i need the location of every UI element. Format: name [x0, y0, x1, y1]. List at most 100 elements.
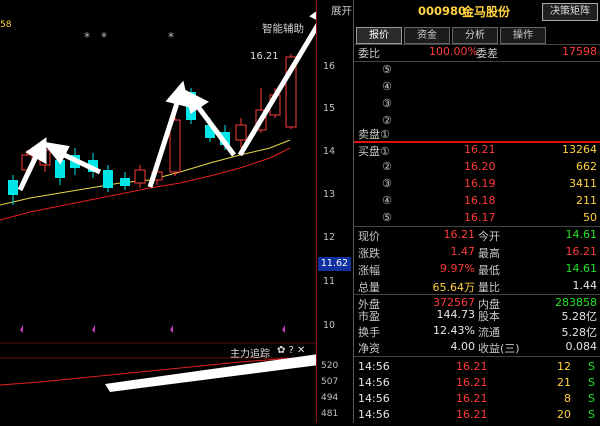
- stat-label: 量比: [478, 281, 500, 294]
- buy-volume: 50: [583, 211, 597, 224]
- candle-body: [235, 124, 247, 141]
- tick-price: 16.21: [456, 408, 488, 421]
- tick-volume: 8: [564, 392, 571, 405]
- tab-funds[interactable]: 资金: [404, 27, 450, 44]
- tick-row: 14:56 16.21 8 S: [354, 391, 600, 408]
- tick-row: 14:56 16.21 12 S: [354, 359, 600, 376]
- volume-tick: 520: [321, 361, 339, 371]
- weibi-value: 100.00%: [429, 45, 478, 58]
- volume-tick: 494: [321, 393, 339, 403]
- sell-row[interactable]: ③: [354, 96, 600, 113]
- buy-row[interactable]: ④ 16.18 211: [354, 193, 600, 210]
- volume-tick: 481: [321, 409, 339, 419]
- buy-row[interactable]: ⑤ 16.17 50: [354, 210, 600, 227]
- stat-label: 市盈: [358, 310, 380, 323]
- stat-label: 最低: [478, 264, 500, 277]
- star-mark: *: [168, 30, 174, 44]
- smart-assist-label[interactable]: 智能辅助: [262, 21, 304, 36]
- buy-price: 16.18: [464, 194, 496, 207]
- main-force-tracking-label[interactable]: 主力追踪: [230, 345, 270, 360]
- sell-level: 卖盘①: [358, 128, 390, 141]
- high-price-mark: 16.21: [250, 51, 279, 62]
- buy-level: ⑤: [382, 211, 392, 224]
- star-mark: *: [84, 30, 90, 44]
- stat-label: 股本: [478, 310, 500, 323]
- stat-value: 12.43%: [433, 324, 475, 337]
- axis-tick: 14: [323, 146, 336, 157]
- axis-tick: 13: [323, 189, 336, 200]
- sell-level: ⑤: [382, 63, 392, 76]
- sell-level: ③: [382, 97, 392, 110]
- stat-label: 涨跌: [358, 247, 380, 260]
- buy-row[interactable]: 买盘① 16.21 13264: [354, 142, 600, 159]
- tab-operation[interactable]: 操作: [500, 27, 546, 44]
- sell-row[interactable]: ④: [354, 79, 600, 96]
- weibi-label: 委比: [358, 47, 380, 60]
- expand-button[interactable]: 展开: [331, 3, 352, 18]
- stat-value: 9.97%: [440, 262, 475, 275]
- axis-tick: 15: [323, 103, 336, 114]
- quote-tabs: 报价 资金 分析 操作: [354, 27, 546, 44]
- weibi-row: 委比 100.00% 委差 17598: [354, 44, 600, 61]
- tick-time: 14:56: [358, 360, 390, 373]
- stat-label: 换手: [358, 326, 380, 339]
- tab-quote[interactable]: 报价: [356, 27, 402, 44]
- decision-matrix-button[interactable]: 决策矩阵: [542, 3, 598, 21]
- stat-label: 最高: [478, 247, 500, 260]
- stat-value: 4.00: [450, 340, 476, 353]
- tab-analysis[interactable]: 分析: [452, 27, 498, 44]
- tick-direction: S: [588, 376, 595, 389]
- stat-value: 14.61: [565, 228, 598, 241]
- buy-row[interactable]: ② 16.20 662: [354, 159, 600, 176]
- tick-price: 16.21: [456, 360, 488, 373]
- current-price-marker: 11.62: [318, 257, 351, 271]
- tick-price: 16.21: [456, 376, 488, 389]
- sell-row[interactable]: ⑤: [354, 62, 600, 79]
- axis-tick: 11: [323, 276, 336, 287]
- tick-row: 14:56 16.21 21 S: [354, 375, 600, 392]
- buy-volume: 662: [576, 160, 597, 173]
- tick-time: 14:56: [358, 408, 390, 421]
- sell-row[interactable]: 卖盘①: [354, 125, 600, 142]
- ma-label: 58: [0, 20, 12, 30]
- buy-level: ②: [382, 160, 392, 173]
- stat-label: 流通: [478, 326, 500, 339]
- stat-row: 净资 4.00 收益(三) 0.084: [354, 339, 600, 356]
- buy-level: ③: [382, 177, 392, 190]
- buy-row[interactable]: ③ 16.19 3411: [354, 176, 600, 193]
- stat-label: 净资: [358, 342, 380, 355]
- stat-label: 收益(三): [478, 342, 520, 355]
- buy-volume: 3411: [569, 177, 597, 190]
- buy-volume: 211: [576, 194, 597, 207]
- stat-value: 16.21: [565, 245, 598, 258]
- stock-name: 金马股份: [462, 5, 511, 19]
- buy-price: 16.17: [464, 211, 496, 224]
- stat-label: 现价: [358, 230, 380, 243]
- stat-row: 总量 65.64万 量比 1.44: [354, 278, 600, 295]
- stat-label: 今开: [478, 230, 500, 243]
- tick-row: 14:56 16.21 20 S: [354, 407, 600, 424]
- track-control-icons[interactable]: ✿ ? ✕: [277, 345, 305, 356]
- stat-value: 1.47: [450, 245, 476, 258]
- axis-tick: 16: [323, 61, 336, 72]
- candle-body: [8, 180, 18, 195]
- price-axis: 展开 16 15 14 13 12 11 10 520 507 494 481: [316, 0, 353, 423]
- candle-body: [134, 169, 146, 184]
- stat-row: 市盈 144.73 股本 5.28亿: [354, 307, 600, 324]
- weicha-label: 委差: [476, 47, 498, 60]
- axis-tick: 10: [323, 320, 336, 331]
- tick-volume: 21: [557, 376, 571, 389]
- stock-code: 000980: [418, 4, 467, 18]
- tick-direction: S: [588, 408, 595, 421]
- quote-header: 000980 金马股份 决策矩阵: [354, 0, 600, 24]
- buy-volume: 13264: [562, 143, 597, 156]
- buy-level: 买盘①: [358, 145, 390, 158]
- kline-chart[interactable]: 58 智能辅助 * * * 16.21 主力追踪 ✿ ? ✕: [0, 0, 400, 423]
- sell-level: ④: [382, 80, 392, 93]
- stat-value: 65.64万: [432, 281, 476, 294]
- stat-row: 换手 12.43% 流通 5.28亿: [354, 323, 600, 340]
- stat-row: 涨幅 9.97% 最低 14.61: [354, 261, 600, 278]
- stat-label: 涨幅: [358, 264, 380, 277]
- tick-volume: 12: [557, 360, 571, 373]
- stat-value: 144.73: [436, 308, 476, 321]
